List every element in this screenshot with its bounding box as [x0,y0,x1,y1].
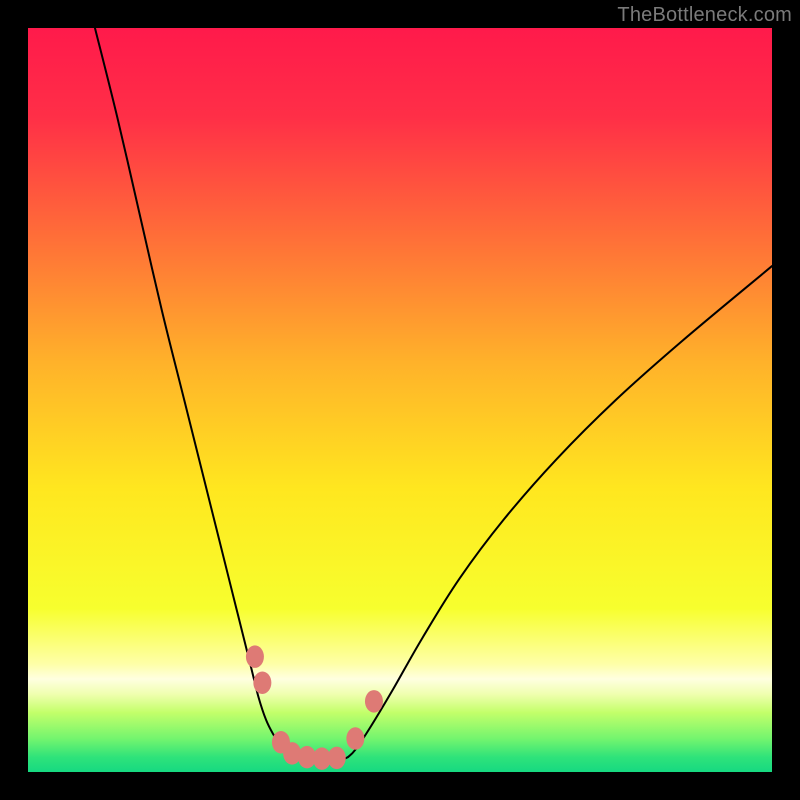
marker-m1 [246,645,264,668]
marker-m7 [328,747,346,770]
marker-m4 [283,742,301,765]
marker-m2 [253,671,271,694]
bottleneck-chart [28,28,772,772]
marker-m9 [365,690,383,713]
chart-frame [28,28,772,772]
watermark-text: TheBottleneck.com [617,4,792,27]
chart-background [28,28,772,772]
marker-m8 [346,727,364,750]
